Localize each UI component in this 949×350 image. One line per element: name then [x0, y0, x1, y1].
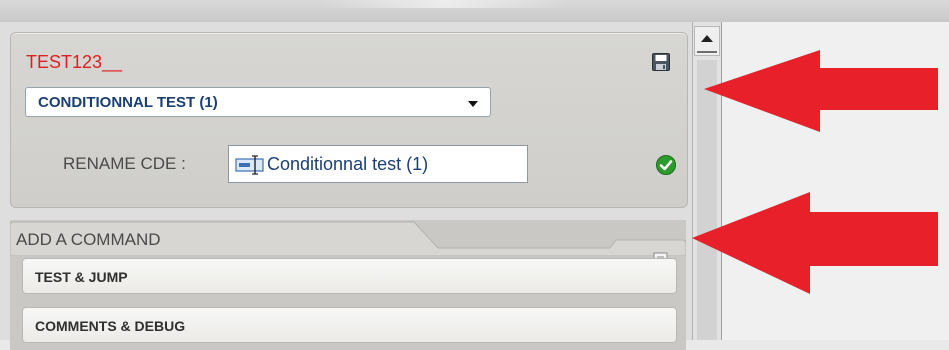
comments-and-debug-label: COMMENTS & DEBUG	[35, 318, 186, 334]
rename-cde-value: Conditionnal test (1)	[267, 154, 429, 174]
toolbar-highlight	[320, 0, 570, 8]
annotation-arrow-icon	[692, 192, 938, 294]
test-and-jump-button[interactable]: TEST & JUMP	[22, 258, 677, 294]
top-toolbar-strip	[0, 0, 949, 23]
rename-cde-label: RENAME CDE :	[63, 154, 186, 173]
left-panel-area: TEST123__ CONDITIONNAL TEST (1) RENAME C…	[0, 22, 692, 350]
add-command-title: ADD A COMMAND	[16, 230, 161, 249]
comments-and-debug-button[interactable]: COMMENTS & DEBUG	[22, 307, 677, 343]
chevron-down-icon[interactable]	[468, 101, 478, 107]
command-edit-panel: TEST123__ CONDITIONNAL TEST (1) RENAME C…	[10, 32, 688, 208]
floppy-disk-icon[interactable]	[652, 53, 670, 71]
rename-cde-input[interactable]: Conditionnal test (1)	[228, 145, 528, 183]
annotation-arrow-icon	[704, 50, 938, 132]
green-checkmark-icon	[656, 155, 676, 175]
text-field-icon	[235, 155, 264, 175]
command-name-title: TEST123__	[26, 52, 123, 72]
dropdown-selected-value: CONDITIONNAL TEST (1)	[38, 94, 218, 111]
test-and-jump-label: TEST & JUMP	[35, 269, 128, 285]
command-type-dropdown[interactable]: CONDITIONNAL TEST (1)	[25, 87, 491, 117]
